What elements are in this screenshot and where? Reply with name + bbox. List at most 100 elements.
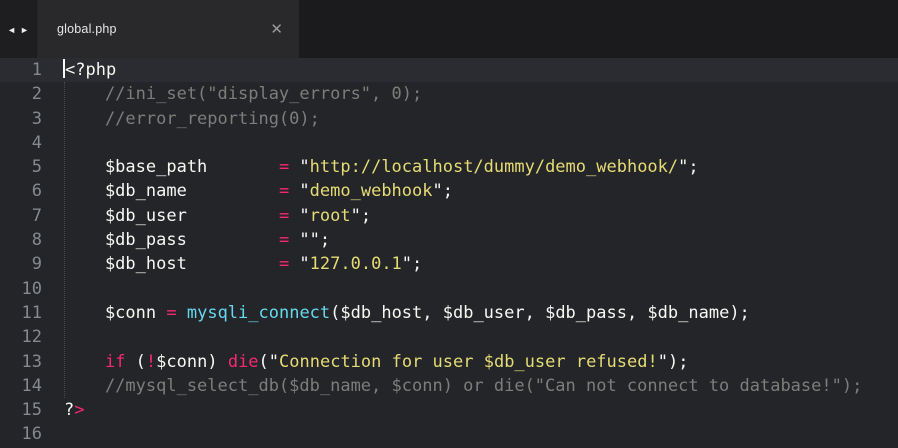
line-number: 3 bbox=[0, 107, 42, 131]
indent-guide bbox=[64, 82, 65, 398]
code-line[interactable]: 10 bbox=[0, 277, 898, 301]
code-segment: > bbox=[74, 400, 84, 420]
code-line[interactable]: 2 //ini_set("display_errors", 0); bbox=[0, 82, 898, 106]
code-segment: $conn) bbox=[156, 352, 228, 372]
code-segment: " bbox=[289, 181, 309, 201]
code-line[interactable]: 11 $conn = mysqli_connect($db_host, $db_… bbox=[0, 301, 898, 325]
code-segment: <?php bbox=[65, 60, 116, 80]
code-segment: //error_reporting(0); bbox=[64, 109, 320, 129]
code-segment: "); bbox=[658, 352, 689, 372]
line-number: 4 bbox=[0, 131, 42, 155]
line-number: 5 bbox=[0, 155, 42, 179]
line-number: 11 bbox=[0, 301, 42, 325]
code-segment: mysqli_connect bbox=[187, 303, 330, 323]
code-segment: 127.0.0.1 bbox=[310, 254, 402, 274]
tab-bar-empty-space bbox=[299, 0, 898, 58]
code-segment: ! bbox=[146, 352, 156, 372]
line-number: 10 bbox=[0, 277, 42, 301]
line-number: 1 bbox=[0, 58, 42, 82]
code-text: $db_pass = ""; bbox=[42, 228, 898, 252]
code-segment: = bbox=[279, 254, 289, 274]
code-segment: "; bbox=[402, 254, 422, 274]
code-text bbox=[42, 422, 898, 446]
scroll-tabs-left-icon[interactable]: ◄ bbox=[7, 26, 16, 35]
line-number: 6 bbox=[0, 179, 42, 203]
code-text: <?php bbox=[42, 58, 898, 82]
code-segment: " bbox=[289, 206, 309, 226]
code-line[interactable]: 8 $db_pass = ""; bbox=[0, 228, 898, 252]
code-segment: ( bbox=[125, 352, 145, 372]
tab-bar: ◄ ► global.php ✕ bbox=[0, 0, 898, 58]
code-segment: (" bbox=[259, 352, 279, 372]
code-text: $conn = mysqli_connect($db_host, $db_use… bbox=[42, 301, 898, 325]
line-number: 16 bbox=[0, 422, 42, 446]
code-segment: if bbox=[105, 352, 125, 372]
code-line[interactable]: 13 if (!$conn) die("Connection for user … bbox=[0, 350, 898, 374]
code-segment: " bbox=[289, 157, 309, 177]
code-segment: "; bbox=[678, 157, 698, 177]
code-line[interactable]: 3 //error_reporting(0); bbox=[0, 107, 898, 131]
line-number: 7 bbox=[0, 204, 42, 228]
code-line[interactable]: 14 //mysql_select_db($db_name, $conn) or… bbox=[0, 374, 898, 398]
code-segment: = bbox=[166, 303, 176, 323]
line-number: 13 bbox=[0, 350, 42, 374]
code-segment: " bbox=[289, 254, 309, 274]
code-line[interactable]: 1 <?php bbox=[0, 58, 898, 82]
code-line[interactable]: 16 bbox=[0, 422, 898, 446]
code-segment: //mysql_select_db($db_name, $conn) or di… bbox=[64, 376, 862, 396]
code-text: ?> bbox=[42, 398, 898, 422]
code-segment: = bbox=[279, 206, 289, 226]
tab-label: global.php bbox=[57, 22, 117, 36]
code-text: //mysql_select_db($db_name, $conn) or di… bbox=[42, 374, 898, 398]
code-text bbox=[42, 131, 898, 155]
code-line[interactable]: 5 $base_path = "http://localhost/dummy/d… bbox=[0, 155, 898, 179]
code-line[interactable]: 15?> bbox=[0, 398, 898, 422]
line-number: 15 bbox=[0, 398, 42, 422]
code-segment: = bbox=[279, 230, 289, 250]
code-line[interactable]: 7 $db_user = "root"; bbox=[0, 204, 898, 228]
line-number: 9 bbox=[0, 252, 42, 276]
code-line[interactable]: 4 bbox=[0, 131, 898, 155]
code-segment: $db_host bbox=[64, 254, 279, 274]
code-segment: //ini_set("display_errors", 0); bbox=[64, 84, 422, 104]
code-lines: 1<?php2 //ini_set("display_errors", 0);3… bbox=[0, 58, 898, 447]
code-text: $db_host = "127.0.0.1"; bbox=[42, 252, 898, 276]
close-tab-icon[interactable]: ✕ bbox=[270, 22, 283, 37]
code-segment: = bbox=[279, 181, 289, 201]
code-text: //ini_set("display_errors", 0); bbox=[42, 82, 898, 106]
code-segment: $base_path bbox=[64, 157, 279, 177]
code-segment: $conn bbox=[64, 303, 166, 323]
code-segment: die bbox=[228, 352, 259, 372]
line-number: 2 bbox=[0, 82, 42, 106]
code-segment: $db_name bbox=[64, 181, 279, 201]
code-text bbox=[42, 325, 898, 349]
editor-window: ◄ ► global.php ✕ 1<?php2 //ini_set("disp… bbox=[0, 0, 898, 448]
code-line[interactable]: 12 bbox=[0, 325, 898, 349]
code-segment: http://localhost/dummy/demo_webhook/ bbox=[310, 157, 678, 177]
code-segment: ""; bbox=[289, 230, 330, 250]
tab-scroll-arrows: ◄ ► bbox=[0, 0, 36, 58]
code-segment: $db_user bbox=[64, 206, 279, 226]
line-number: 14 bbox=[0, 374, 42, 398]
tab-global-php[interactable]: global.php ✕ bbox=[37, 0, 299, 58]
scroll-tabs-right-icon[interactable]: ► bbox=[20, 26, 29, 35]
code-segment: demo_webhook bbox=[310, 181, 433, 201]
code-line[interactable]: 6 $db_name = "demo_webhook"; bbox=[0, 179, 898, 203]
code-editor[interactable]: 1<?php2 //ini_set("display_errors", 0);3… bbox=[0, 58, 898, 448]
code-segment: root bbox=[310, 206, 351, 226]
code-line[interactable]: 9 $db_host = "127.0.0.1"; bbox=[0, 252, 898, 276]
code-segment: "; bbox=[351, 206, 371, 226]
code-segment: ? bbox=[64, 400, 74, 420]
code-text bbox=[42, 277, 898, 301]
code-segment: $db_pass bbox=[64, 230, 279, 250]
code-text: $db_user = "root"; bbox=[42, 204, 898, 228]
code-text: //error_reporting(0); bbox=[42, 107, 898, 131]
line-number: 12 bbox=[0, 325, 42, 349]
code-text: $db_name = "demo_webhook"; bbox=[42, 179, 898, 203]
code-text: $base_path = "http://localhost/dummy/dem… bbox=[42, 155, 898, 179]
line-number: 8 bbox=[0, 228, 42, 252]
code-segment bbox=[64, 352, 105, 372]
code-segment: Connection for user $db_user refused! bbox=[279, 352, 658, 372]
code-text: if (!$conn) die("Connection for user $db… bbox=[42, 350, 898, 374]
code-segment: ($db_host, $db_user, $db_pass, $db_name)… bbox=[330, 303, 750, 323]
